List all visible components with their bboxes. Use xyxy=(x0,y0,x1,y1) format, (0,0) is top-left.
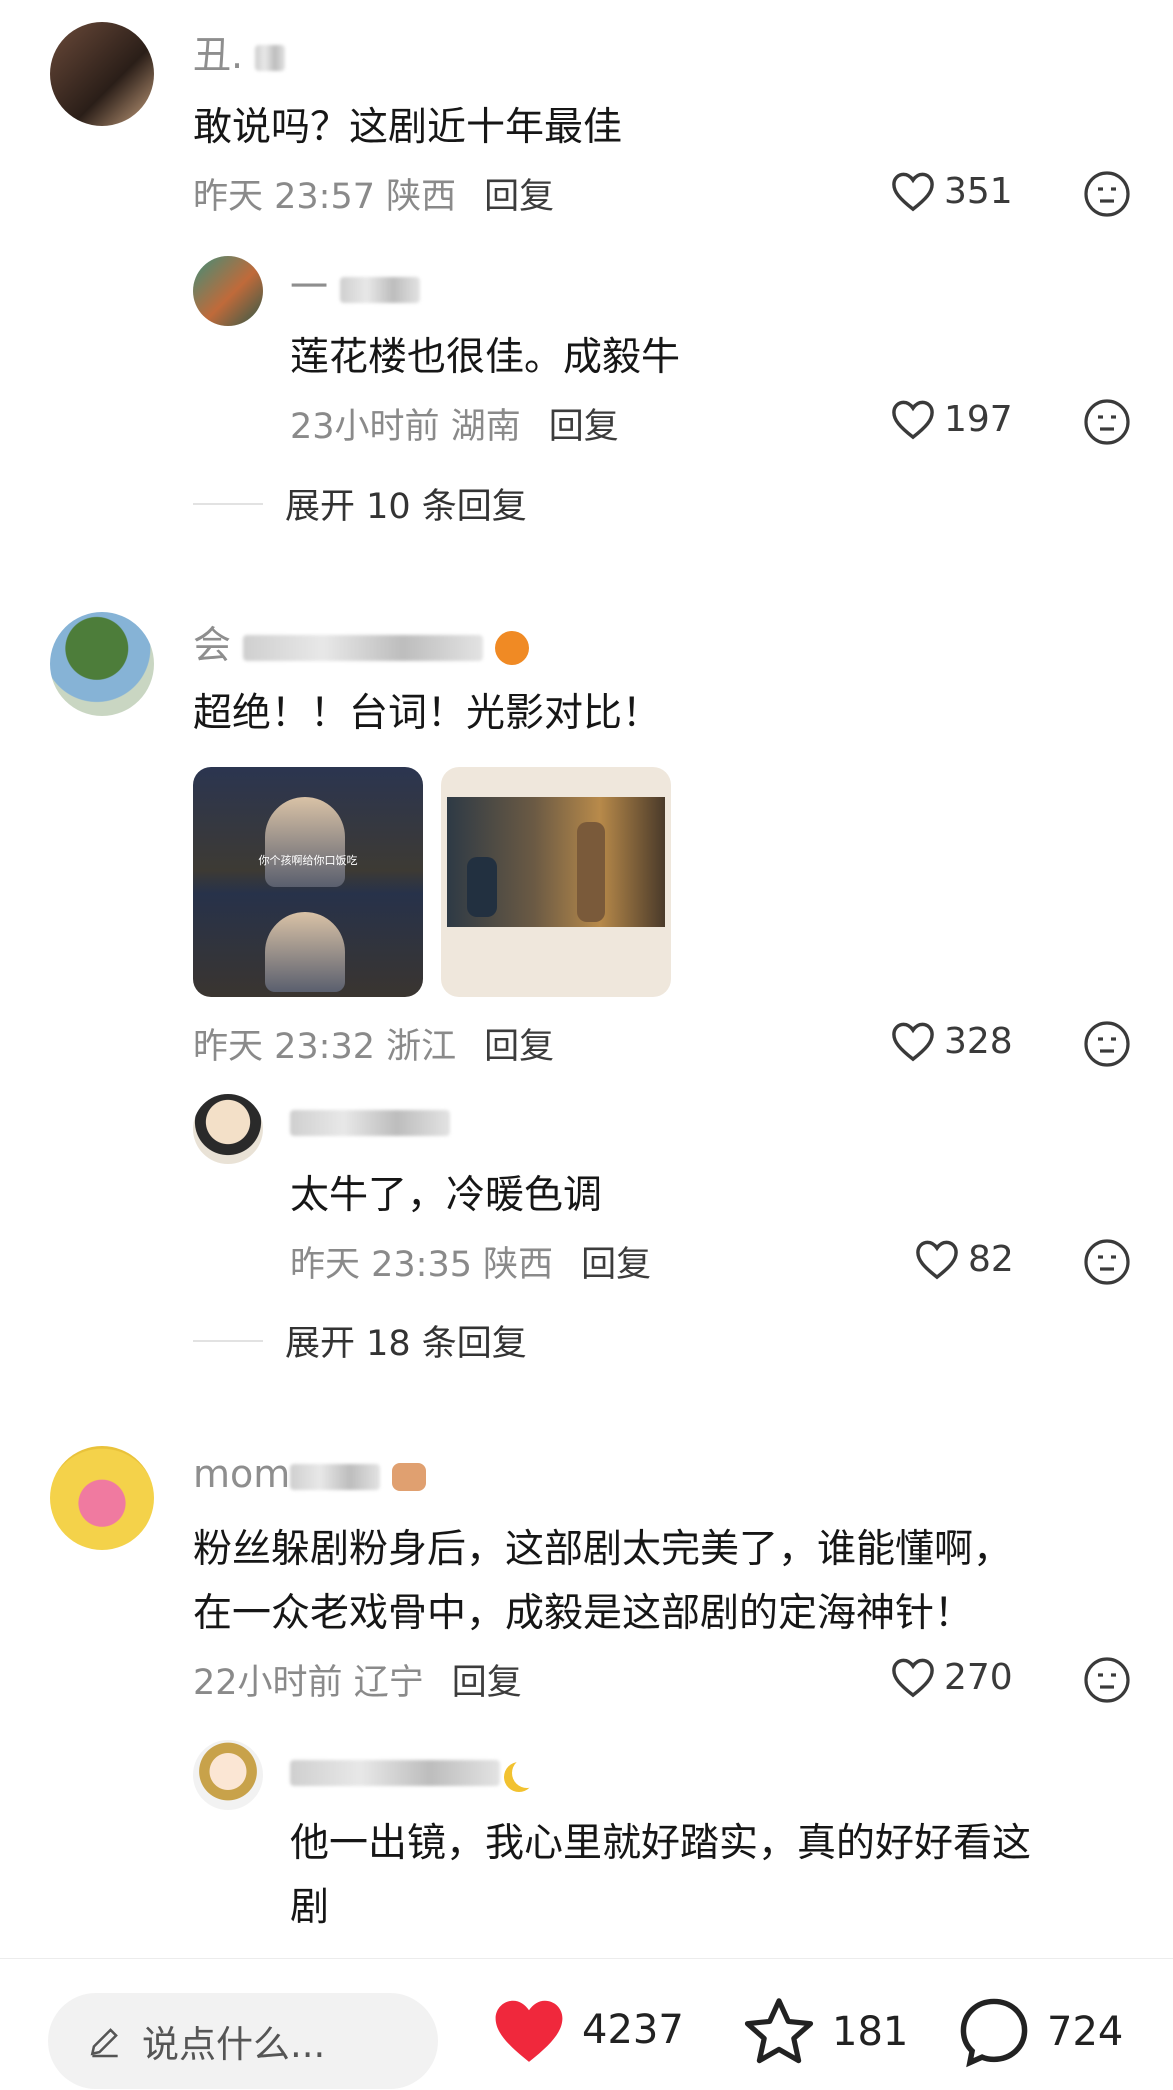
like-button[interactable]: 328 xyxy=(890,1020,1013,1062)
avatar[interactable] xyxy=(50,22,154,126)
heart-icon xyxy=(892,400,934,440)
reply-button[interactable]: 回复 xyxy=(484,177,554,217)
reply-text: 莲花楼也很佳。成毅牛 xyxy=(290,335,681,380)
username[interactable] xyxy=(290,1098,450,1142)
comment-meta: 昨天 23:32 浙江 回复 xyxy=(193,1027,555,1067)
heart-icon xyxy=(892,1658,934,1698)
username[interactable]: 丑. xyxy=(193,24,286,79)
expand-replies-button[interactable]: 展开 10 条回复 xyxy=(193,478,527,529)
avatar[interactable] xyxy=(50,1446,154,1550)
comment-text: 粉丝躲剧粉身后，这部剧太完美了，谁能懂啊， xyxy=(193,1527,1013,1572)
dislike-face-icon[interactable] xyxy=(1083,398,1131,446)
dislike-face-icon[interactable] xyxy=(1083,170,1131,218)
reply-meta: 昨天 23:35 陕西 回复 xyxy=(290,1245,652,1285)
reply-meta: 23小时前 湖南 回复 xyxy=(290,407,619,447)
divider xyxy=(193,1339,263,1342)
reply-button[interactable]: 回复 xyxy=(549,407,619,447)
figure-shape xyxy=(467,857,497,917)
comment-text: 在一众老戏骨中，成毅是这部剧的定海神针！ xyxy=(193,1591,974,1636)
like-count: 351 xyxy=(944,170,1013,212)
pencil-icon xyxy=(90,2028,118,2058)
figure-shape xyxy=(577,822,605,922)
dislike-face-icon[interactable] xyxy=(1083,1656,1131,1704)
tv-screen xyxy=(447,797,665,927)
dislike-face-icon[interactable] xyxy=(1083,1020,1131,1068)
comment-meta: 昨天 23:57 陕西 回复 xyxy=(193,177,555,217)
like-count: 82 xyxy=(968,1238,1014,1280)
bottom-action-bar: 说点什么... 4237 181 724 xyxy=(0,1958,1173,2090)
username[interactable]: mom xyxy=(193,1452,427,1496)
favorite-button[interactable]: 181 xyxy=(740,1995,908,2069)
avatar[interactable] xyxy=(193,1094,263,1164)
like-button[interactable]: 197 xyxy=(890,398,1013,440)
like-count: 197 xyxy=(944,398,1013,440)
emoji-icon xyxy=(392,1462,427,1491)
comment-count: 724 xyxy=(1047,2009,1124,2055)
image-caption: 你个孩啊给你口饭吃 xyxy=(258,854,358,867)
like-count: 328 xyxy=(944,1020,1013,1062)
favorite-count: 181 xyxy=(832,2009,909,2055)
orange-emoji-icon xyxy=(495,630,530,665)
comment-text: 敢说吗？这剧近十年最佳 xyxy=(193,105,623,150)
reply-text: 他一出镜，我心里就好踏实，真的好好看这 xyxy=(290,1821,1032,1866)
figure-shape xyxy=(265,912,345,992)
avatar[interactable] xyxy=(193,256,263,326)
like-button[interactable]: 82 xyxy=(914,1238,1014,1280)
username[interactable]: 一 xyxy=(290,256,421,311)
like-total: 4237 xyxy=(582,2007,684,2053)
like-button[interactable]: 351 xyxy=(890,170,1013,212)
heart-icon xyxy=(892,1022,934,1062)
heart-filled-icon xyxy=(495,2000,563,2062)
like-count: 270 xyxy=(944,1656,1013,1698)
comment-input[interactable]: 说点什么... xyxy=(48,1993,438,2089)
reply-button[interactable]: 回复 xyxy=(484,1027,554,1067)
comment-image[interactable]: 你个孩啊给你口饭吃 xyxy=(193,767,423,997)
input-placeholder: 说点什么... xyxy=(142,2023,326,2066)
comment-bubble-icon xyxy=(960,1998,1028,2068)
reply-text: 剧 xyxy=(290,1885,330,1930)
dislike-face-icon[interactable] xyxy=(1083,1238,1131,1286)
avatar[interactable] xyxy=(50,612,154,716)
username[interactable]: 会 xyxy=(193,614,530,669)
like-button[interactable]: 270 xyxy=(890,1656,1013,1698)
expand-replies-button[interactable]: 展开 18 条回复 xyxy=(193,1315,527,1366)
reply-text: 太牛了，冷暖色调 xyxy=(290,1173,603,1218)
comments-button[interactable]: 724 xyxy=(955,1995,1123,2069)
comment-meta: 22小时前 辽宁 回复 xyxy=(193,1663,522,1703)
star-icon xyxy=(744,1998,814,2064)
figure-shape xyxy=(265,797,345,887)
divider xyxy=(193,502,263,505)
comment-image[interactable] xyxy=(441,767,671,997)
username[interactable] xyxy=(290,1748,542,1792)
reply-button[interactable]: 回复 xyxy=(452,1663,522,1703)
comment-text: 超绝！！台词！光影对比！ xyxy=(193,691,662,736)
moon-emoji-icon xyxy=(512,1758,542,1788)
reply-button[interactable]: 回复 xyxy=(581,1245,651,1285)
like-total-button[interactable]: 4237 xyxy=(490,1995,684,2065)
heart-icon xyxy=(892,172,934,212)
avatar[interactable] xyxy=(193,1740,263,1810)
heart-icon xyxy=(916,1240,958,1280)
